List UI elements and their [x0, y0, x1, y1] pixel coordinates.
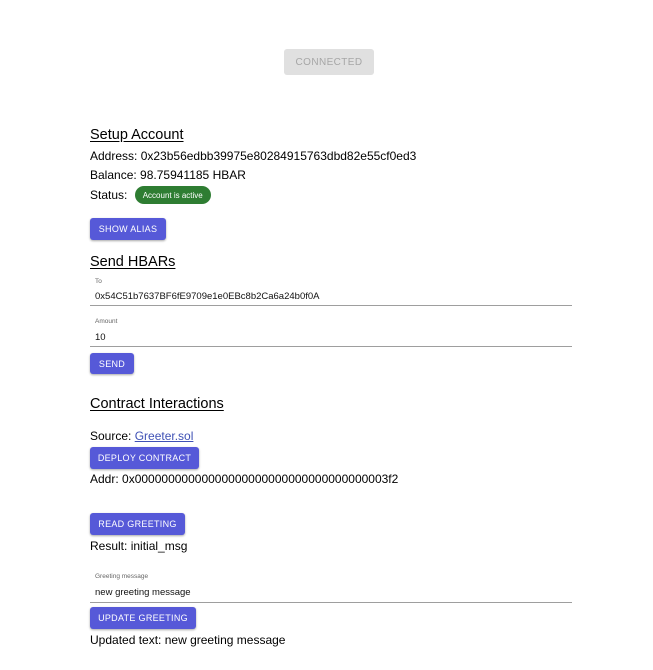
show-alias-button[interactable]: SHOW ALIAS — [90, 218, 166, 240]
connected-button: CONNECTED — [284, 49, 374, 75]
send-button[interactable]: SEND — [90, 353, 134, 374]
source-link[interactable]: Greeter.sol — [135, 429, 194, 443]
source-row: Source: Greeter.sol — [90, 429, 193, 443]
balance-label: Balance: — [90, 168, 137, 182]
greeting-message-label: Greeting message — [95, 573, 149, 580]
amount-field-label: Amount — [95, 318, 118, 325]
result-value: initial_msg — [130, 539, 188, 553]
read-greeting-button[interactable]: READ GREETING — [90, 513, 185, 535]
updated-text-value: new greeting message — [164, 633, 286, 647]
updated-text-row: Updated text: new greeting message — [90, 633, 285, 647]
to-field-label: To — [95, 278, 102, 285]
contract-interactions-heading: Contract Interactions — [90, 396, 224, 412]
page: CONNECTED Setup Account Address: 0x23b56… — [0, 0, 653, 670]
balance-value: 98.75941185 HBAR — [140, 168, 246, 182]
setup-account-heading: Setup Account — [90, 127, 184, 143]
to-field-value[interactable]: 0x54C51b7637BF6fE9709e1e0EBc8b2Ca6a24b0f… — [95, 291, 320, 302]
contract-addr-label: Addr: — [90, 472, 119, 486]
address-row: Address: 0x23b56edbb39975e80284915763dbd… — [90, 149, 416, 163]
status-badge: Account is active — [134, 186, 211, 204]
to-field-underline — [90, 305, 572, 306]
contract-addr-row: Addr: 0x00000000000000000000000000000000… — [90, 472, 398, 486]
result-label: Result: — [90, 539, 128, 553]
balance-row: Balance: 98.75941185 HBAR — [90, 168, 246, 182]
greeting-message-value[interactable]: new greeting message — [95, 587, 191, 598]
to-field[interactable]: To 0x54C51b7637BF6fE9709e1e0EBc8b2Ca6a24… — [90, 276, 572, 306]
status-label: Status: — [90, 188, 128, 202]
source-label: Source: — [90, 429, 132, 443]
address-value: 0x23b56edbb39975e80284915763dbd82e55cf0e… — [140, 149, 417, 163]
result-row: Result: initial_msg — [90, 539, 187, 553]
contract-addr-value: 0x00000000000000000000000000000000000003… — [122, 472, 399, 486]
greeting-message-underline — [90, 602, 572, 603]
status-row: Status: Account is active — [90, 186, 211, 204]
deploy-contract-button[interactable]: DEPLOY CONTRACT — [90, 447, 199, 469]
amount-field-value[interactable]: 10 — [95, 332, 106, 343]
address-label: Address: — [90, 149, 138, 163]
amount-field-underline — [90, 346, 572, 347]
greeting-message-field[interactable]: Greeting message new greeting message — [90, 571, 572, 603]
updated-text-label: Updated text: — [90, 633, 162, 647]
update-greeting-button[interactable]: UPDATE GREETING — [90, 607, 196, 629]
amount-field[interactable]: Amount 10 — [90, 316, 572, 347]
send-hbars-heading: Send HBARs — [90, 254, 176, 270]
